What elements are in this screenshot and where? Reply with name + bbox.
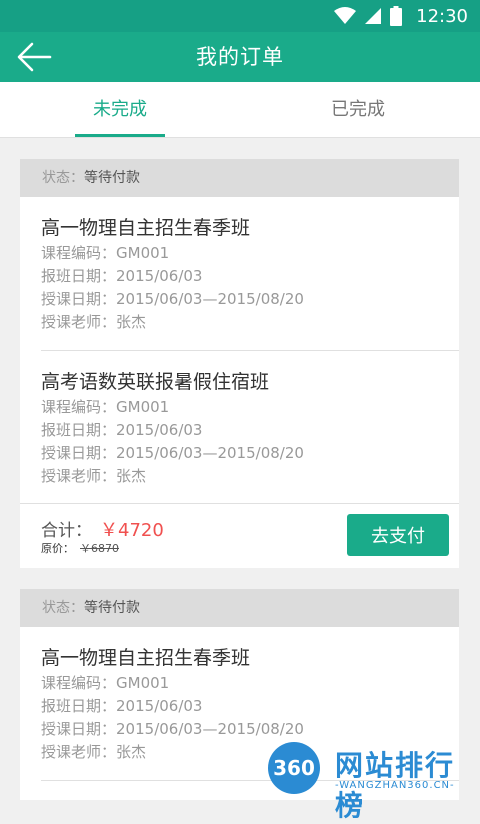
- status-label: 状态：: [42, 170, 84, 186]
- course-code: 课程编码：GM001: [41, 674, 170, 692]
- class-period: 授课日期：2015/06/03—2015/08/20: [41, 444, 304, 462]
- status-label: 状态：: [42, 600, 84, 616]
- course-title: 高一物理自主招生春季班: [41, 217, 251, 239]
- status-bar: 12:30: [0, 0, 480, 32]
- enroll-date: 报班日期：2015/06/03: [41, 267, 203, 285]
- watermark-url: -WANGZHAN360.CN-: [335, 780, 455, 791]
- course-title: 高一物理自主招生春季班: [41, 647, 251, 669]
- course-code: 课程编码：GM001: [41, 244, 170, 262]
- original-price-label: 原价：: [41, 542, 74, 555]
- page-title: 我的订单: [196, 45, 284, 69]
- class-period: 授课日期：2015/06/03—2015/08/20: [41, 290, 304, 308]
- battery-icon: [390, 6, 403, 26]
- app-bar: 我的订单: [0, 32, 480, 82]
- teacher: 授课老师：张杰: [41, 313, 147, 331]
- watermark-badge: 360: [268, 742, 320, 794]
- pay-button[interactable]: 去支付: [347, 514, 449, 556]
- tab-indicator: [75, 134, 165, 137]
- signal-icon: [365, 8, 382, 24]
- course-item[interactable]: 高考语数英联报暑假住宿班 课程编码：GM001 报班日期：2015/06/03 …: [20, 351, 459, 503]
- tab-completed[interactable]: 已完成: [313, 82, 403, 137]
- status-value: 等待付款: [84, 600, 140, 616]
- tab-incomplete[interactable]: 未完成: [75, 82, 165, 137]
- order-card[interactable]: 状态：等待付款 高一物理自主招生春季班 课程编码：GM001 报班日期：2015…: [20, 159, 459, 568]
- watermark-logo: 360 网站排行榜 -WANGZHAN360.CN-: [265, 738, 480, 822]
- tab-bar: 未完成 已完成: [0, 82, 480, 138]
- enroll-date: 报班日期：2015/06/03: [41, 421, 203, 439]
- course-title: 高考语数英联报暑假住宿班: [41, 371, 270, 393]
- wifi-icon: [334, 7, 357, 24]
- total-price: ￥4720: [100, 520, 164, 541]
- status-value: 等待付款: [84, 170, 140, 186]
- teacher: 授课老师：张杰: [41, 467, 147, 485]
- course-item[interactable]: 高一物理自主招生春季班 课程编码：GM001 报班日期：2015/06/03 授…: [20, 197, 459, 350]
- enroll-date: 报班日期：2015/06/03: [41, 697, 203, 715]
- course-code: 课程编码：GM001: [41, 398, 170, 416]
- status-icons: 12:30: [334, 0, 468, 32]
- original-price: ￥6870: [80, 542, 119, 555]
- order-status-header: 状态：等待付款: [20, 159, 459, 197]
- total-label: 合计：: [41, 521, 92, 541]
- order-status-header: 状态：等待付款: [20, 589, 459, 627]
- order-total-row: 合计： ￥4720 原价： ￥6870 去支付: [20, 504, 459, 568]
- status-time: 12:30: [416, 5, 468, 27]
